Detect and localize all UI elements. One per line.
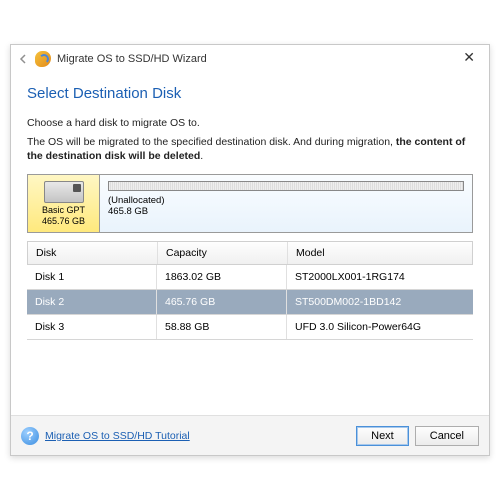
cell-disk: Disk 1	[27, 265, 157, 289]
instruction-line-1: Choose a hard disk to migrate OS to.	[27, 116, 473, 131]
cell-capacity: 465.76 GB	[157, 290, 287, 314]
tutorial-link[interactable]: Migrate OS to SSD/HD Tutorial	[45, 430, 190, 442]
window-title: Migrate OS to SSD/HD Wizard	[57, 53, 207, 65]
back-icon[interactable]	[17, 52, 31, 66]
wizard-dialog: ✕ Migrate OS to SSD/HD Wizard Select Des…	[10, 44, 490, 456]
header-capacity: Capacity	[158, 242, 288, 264]
header-disk: Disk	[28, 242, 158, 264]
table-row[interactable]: Disk 358.88 GBUFD 3.0 Silicon-Power64G	[27, 315, 473, 340]
app-icon	[35, 51, 51, 67]
table-row[interactable]: Disk 11863.02 GBST2000LX001-1RG174	[27, 265, 473, 290]
cell-disk: Disk 3	[27, 315, 157, 339]
cell-model: ST500DM002-1BD142	[287, 290, 473, 314]
titlebar: Migrate OS to SSD/HD Wizard	[11, 45, 489, 73]
table-row[interactable]: Disk 2465.76 GBST500DM002-1BD142	[27, 290, 473, 315]
disk-type: Basic GPT	[42, 205, 85, 216]
footer: ? Migrate OS to SSD/HD Tutorial Next Can…	[11, 415, 489, 455]
close-icon[interactable]: ✕	[457, 47, 481, 68]
help-icon[interactable]: ?	[21, 427, 39, 445]
table-body: Disk 11863.02 GBST2000LX001-1RG174Disk 2…	[27, 265, 473, 340]
cell-model: UFD 3.0 Silicon-Power64G	[287, 315, 473, 339]
cell-capacity: 58.88 GB	[157, 315, 287, 339]
instruction-post: .	[200, 150, 203, 162]
cell-model: ST2000LX001-1RG174	[287, 265, 473, 289]
partition-label: (Unallocated)	[108, 195, 464, 206]
instruction-pre: The OS will be migrated to the specified…	[27, 136, 396, 148]
partition-size: 465.8 GB	[108, 206, 464, 217]
content-area: Select Destination Disk Choose a hard di…	[11, 73, 489, 415]
cell-capacity: 1863.02 GB	[157, 265, 287, 289]
table-header: Disk Capacity Model	[27, 241, 473, 265]
header-model: Model	[288, 242, 472, 264]
partition-bar	[108, 181, 464, 191]
cancel-button[interactable]: Cancel	[415, 426, 479, 446]
selected-disk-panel: Basic GPT 465.76 GB (Unallocated) 465.8 …	[27, 174, 473, 233]
page-heading: Select Destination Disk	[27, 85, 473, 102]
instruction-line-2: The OS will be migrated to the specified…	[27, 135, 473, 164]
partition-map: (Unallocated) 465.8 GB	[100, 175, 472, 232]
disk-size: 465.76 GB	[42, 216, 85, 226]
disk-table: Disk Capacity Model Disk 11863.02 GBST20…	[27, 241, 473, 340]
disk-icon-block: Basic GPT 465.76 GB	[28, 175, 100, 232]
cell-disk: Disk 2	[27, 290, 157, 314]
hdd-icon	[44, 181, 84, 203]
next-button[interactable]: Next	[356, 426, 409, 446]
